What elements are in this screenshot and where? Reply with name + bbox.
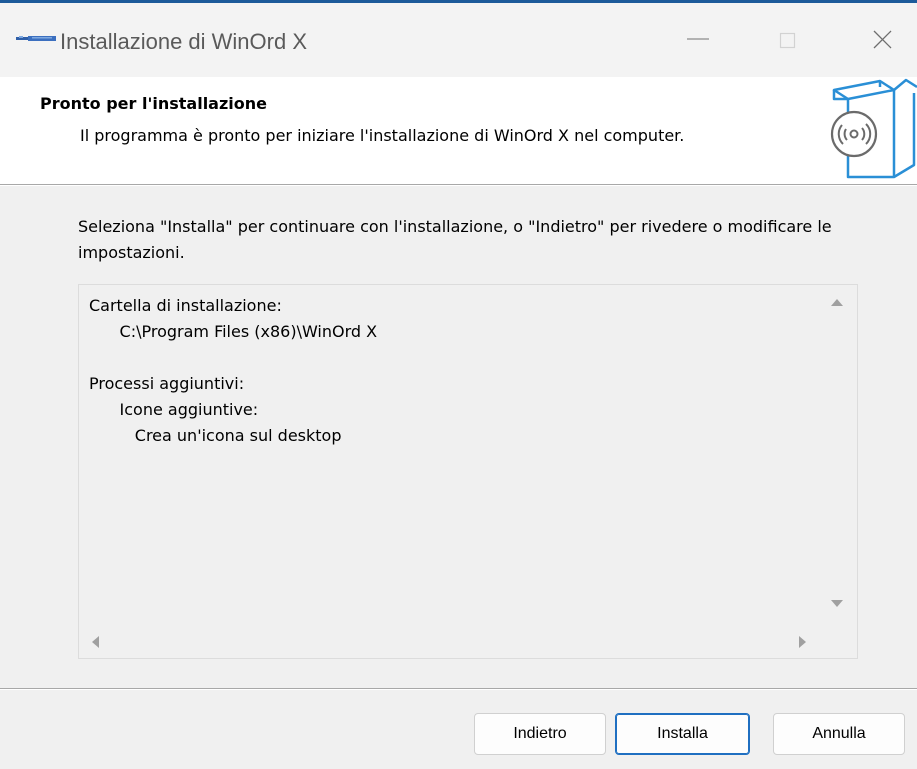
- memo-line: Icone aggiuntive:: [89, 400, 259, 419]
- wizard-header: Pronto per l'installazione Il programma …: [0, 77, 917, 184]
- maximize-icon: [779, 32, 796, 49]
- memo-line: C:\Program Files (x86)\WinOrd X: [89, 322, 378, 341]
- scroll-up-arrow-icon[interactable]: [827, 295, 847, 309]
- minimize-icon: [687, 38, 709, 40]
- page-title: Pronto per l'installazione: [40, 94, 267, 113]
- footer-divider-highlight: [0, 689, 917, 690]
- window-title: Installazione di WinOrd X: [60, 29, 307, 54]
- memo-line: Crea un'icona sul desktop: [89, 426, 342, 445]
- close-button[interactable]: [829, 3, 917, 77]
- app-icon: [16, 36, 56, 41]
- memo-line: Processi aggiuntivi:: [89, 374, 245, 393]
- installer-window: Installazione di WinOrd X Pronto per l'i…: [0, 0, 917, 769]
- memo-line: Cartella di installazione:: [89, 296, 282, 315]
- scroll-right-arrow-icon[interactable]: [795, 634, 809, 650]
- minimize-button[interactable]: [650, 3, 742, 77]
- scroll-left-arrow-icon[interactable]: [89, 634, 103, 650]
- header-divider-highlight: [0, 185, 917, 186]
- title-bar[interactable]: Installazione di WinOrd X: [0, 3, 917, 77]
- ready-memo[interactable]: Cartella di installazione: C:\Program Fi…: [78, 284, 858, 659]
- maximize-button[interactable]: [742, 3, 834, 77]
- memo-line: [89, 345, 817, 371]
- scroll-down-arrow-icon[interactable]: [827, 597, 847, 611]
- install-button[interactable]: Installa: [615, 713, 750, 755]
- horizontal-scrollbar[interactable]: [79, 624, 857, 658]
- instructions-text: Seleziona "Installa" per continuare con …: [78, 217, 832, 262]
- back-button[interactable]: Indietro: [474, 713, 606, 755]
- vertical-scrollbar[interactable]: [817, 285, 857, 625]
- memo-content: Cartella di installazione: C:\Program Fi…: [89, 293, 817, 623]
- close-icon: [873, 30, 892, 49]
- page-subtitle: Il programma è pronto per iniziare l'ins…: [80, 126, 685, 145]
- setup-box-icon: [830, 78, 917, 179]
- cancel-button[interactable]: Annulla: [773, 713, 905, 755]
